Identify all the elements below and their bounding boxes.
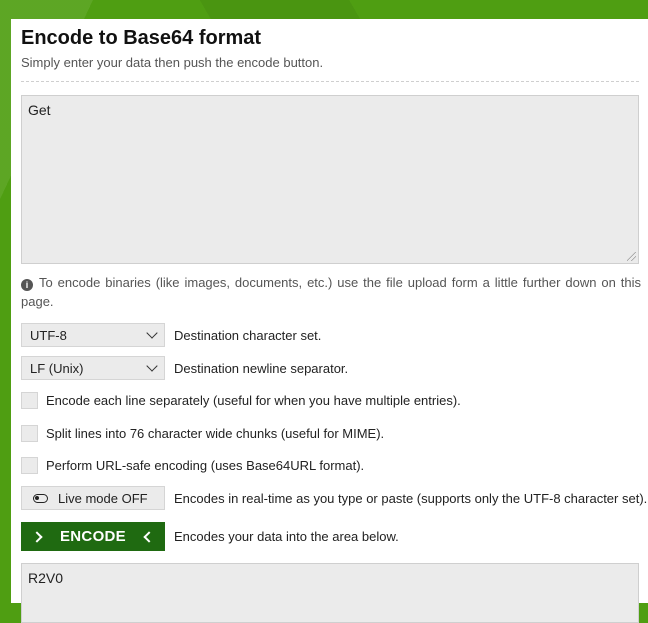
charset-row: UTF-8 Destination character set. xyxy=(21,323,321,347)
newline-row: LF (Unix) Destination newline separator. xyxy=(21,356,348,380)
chevron-down-icon xyxy=(146,327,158,339)
input-text: Get xyxy=(28,102,51,118)
checkbox-row-url-safe: Perform URL-safe encoding (uses Base64UR… xyxy=(21,457,364,474)
output-textarea[interactable]: R2V0 xyxy=(21,563,639,623)
charset-label: Destination character set. xyxy=(174,327,322,343)
encode-button[interactable]: ENCODE xyxy=(21,522,165,551)
newline-select[interactable]: LF (Unix) xyxy=(21,356,165,380)
live-mode-button[interactable]: Live mode OFF xyxy=(21,486,165,510)
encode-description: Encodes your data into the area below. xyxy=(174,529,399,544)
charset-select[interactable]: UTF-8 xyxy=(21,323,165,347)
live-mode-row: Live mode OFF Encodes in real-time as yo… xyxy=(21,486,647,510)
newline-value: LF (Unix) xyxy=(30,360,84,376)
info-icon: i xyxy=(21,279,33,291)
split-lines-checkbox[interactable] xyxy=(21,425,38,442)
encode-row: ENCODE Encodes your data into the area b… xyxy=(21,522,399,551)
url-safe-label[interactable]: Perform URL-safe encoding (uses Base64UR… xyxy=(46,458,364,473)
encode-label: ENCODE xyxy=(60,528,126,545)
each-line-label[interactable]: Encode each line separately (useful for … xyxy=(46,393,461,408)
checkbox-row-split-lines: Split lines into 76 character wide chunk… xyxy=(21,425,384,442)
live-mode-description: Encodes in real-time as you type or past… xyxy=(174,490,648,506)
output-text: R2V0 xyxy=(28,570,64,586)
page-title: Encode to Base64 format xyxy=(21,27,262,49)
split-lines-label[interactable]: Split lines into 76 character wide chunk… xyxy=(46,426,384,441)
each-line-checkbox[interactable] xyxy=(21,392,38,409)
chevron-down-icon xyxy=(146,360,158,372)
page-subtitle: Simply enter your data then push the enc… xyxy=(21,55,324,70)
resize-grip-icon[interactable] xyxy=(627,252,636,261)
info-note: i To encode binaries (like images, docume… xyxy=(21,273,641,311)
url-safe-checkbox[interactable] xyxy=(21,457,38,474)
live-mode-label: Live mode OFF xyxy=(58,490,148,506)
info-text: To encode binaries (like images, documen… xyxy=(21,275,641,309)
newline-label: Destination newline separator. xyxy=(174,360,349,376)
divider xyxy=(21,81,639,82)
charset-value: UTF-8 xyxy=(30,327,67,343)
toggle-off-icon xyxy=(33,493,48,503)
encoder-card: Encode to Base64 format Simply enter you… xyxy=(11,19,648,623)
input-textarea[interactable]: Get xyxy=(21,95,639,264)
checkbox-row-each-line: Encode each line separately (useful for … xyxy=(21,392,461,409)
chevron-left-icon xyxy=(143,530,155,543)
chevron-right-icon xyxy=(31,530,43,543)
